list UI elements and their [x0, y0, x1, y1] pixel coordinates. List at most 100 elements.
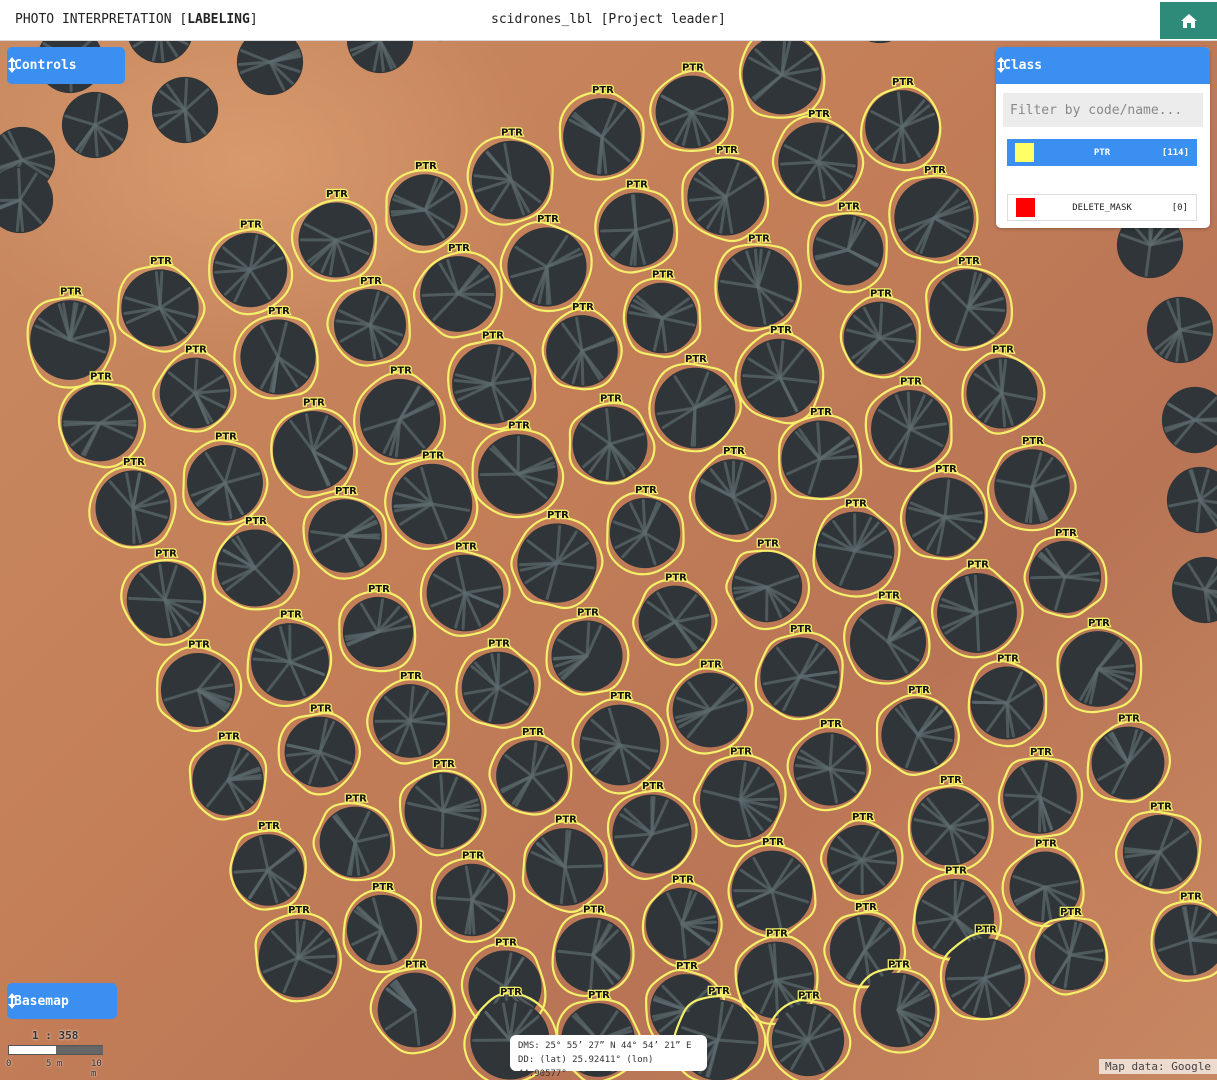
ptr-polygon[interactable]: PTR — [786, 718, 872, 812]
ptr-polygon[interactable]: PTR — [1023, 527, 1108, 618]
ptr-polygon[interactable]: PTR — [551, 903, 635, 998]
ptr-polygon[interactable]: PTR — [499, 213, 593, 313]
ptr-polygon[interactable]: PTR — [692, 745, 787, 848]
ptr-polygon[interactable]: PTR — [156, 638, 243, 733]
ptr-polygon[interactable]: PTR — [714, 232, 802, 332]
ptr-polygon[interactable]: PTR — [312, 792, 396, 882]
ptr-polygon[interactable]: PTR — [907, 774, 994, 873]
ptr-polygon[interactable]: PTR — [641, 873, 723, 968]
ptr-polygon[interactable]: PTR — [819, 811, 904, 902]
basemap-button[interactable]: Basemap — [7, 983, 117, 1019]
ptr-polygon[interactable]: PTR — [986, 435, 1077, 532]
home-button[interactable] — [1160, 2, 1217, 39]
ptr-polygon[interactable]: PTR — [931, 558, 1024, 659]
ptr-polygon[interactable]: PTR — [116, 255, 206, 353]
ptr-polygon[interactable]: PTR — [412, 242, 503, 339]
ptr-polygon[interactable]: PTR — [864, 375, 953, 473]
controls-button[interactable]: Controls — [7, 47, 125, 84]
ptr-polygon[interactable]: PTR — [471, 419, 565, 519]
ptr-polygon[interactable]: PTR — [632, 571, 718, 667]
ptr-polygon[interactable]: PTR — [648, 353, 742, 453]
ptr-polygon[interactable]: PTR — [208, 218, 294, 316]
ptr-polygon[interactable]: PTR — [229, 820, 307, 911]
controls-label: Controls — [14, 58, 77, 73]
ptr-polygon[interactable]: PTR — [188, 730, 268, 821]
ptr-polygon[interactable]: PTR — [152, 343, 237, 433]
ptr-polygon[interactable]: PTR — [233, 305, 319, 400]
ptr-polygon[interactable]: PTR — [649, 61, 734, 153]
ptr-polygon[interactable]: PTR — [997, 746, 1084, 839]
class-panel: Class PTR [114] DELETE_MASK [0] — [996, 47, 1210, 228]
ptr-polygon[interactable]: PTR — [182, 430, 269, 526]
ptr-polygon[interactable]: PTR — [1086, 712, 1172, 803]
ptr-polygon[interactable]: PTR — [430, 849, 516, 944]
ptr-polygon[interactable]: PTR — [326, 275, 411, 367]
ptr-polygon[interactable]: PTR — [270, 396, 358, 499]
ptr-polygon[interactable]: PTR — [385, 160, 468, 254]
ptr-polygon[interactable]: PTR — [277, 702, 361, 796]
ptr-polygon[interactable]: PTR — [806, 200, 888, 294]
ptr-polygon[interactable]: PTR — [510, 509, 604, 610]
ptr-polygon[interactable]: PTR — [455, 637, 541, 729]
ptr-polygon[interactable]: PTR — [558, 84, 645, 181]
ptr-polygon[interactable]: PTR — [568, 392, 656, 485]
ptr-polygon[interactable]: PTR — [254, 904, 342, 1003]
ptr-polygon[interactable]: PTR — [606, 780, 698, 881]
ptr-polygon[interactable]: PTR — [447, 329, 537, 431]
ptr-label: PTR — [716, 145, 738, 156]
ptr-polygon[interactable]: PTR — [727, 836, 817, 939]
ptr-polygon[interactable]: PTR — [541, 301, 623, 391]
ptr-polygon[interactable]: PTR — [246, 608, 333, 708]
ptr-polygon[interactable]: PTR — [521, 813, 609, 914]
ptr-polygon[interactable]: PTR — [545, 606, 630, 696]
ptr-polygon[interactable]: PTR — [338, 583, 417, 673]
ptr-polygon[interactable]: PTR — [419, 540, 511, 637]
ptr-polygon[interactable]: PTR — [812, 497, 901, 598]
ptr-polygon[interactable]: PTR — [875, 684, 960, 777]
ptr-label: PTR — [935, 464, 957, 475]
class-item-ptr[interactable]: PTR [114] — [1007, 139, 1197, 166]
class-panel-header[interactable]: Class — [996, 47, 1210, 84]
ptr-polygon[interactable]: PTR — [688, 445, 777, 543]
ptr-polygon[interactable]: PTR — [738, 41, 826, 119]
ptr-polygon[interactable]: PTR — [1114, 800, 1202, 894]
ptr-polygon[interactable]: PTR — [88, 456, 177, 549]
ptr-polygon[interactable]: PTR — [120, 547, 207, 646]
ptr-polygon[interactable]: PTR — [594, 178, 679, 274]
ptr-polygon[interactable]: PTR — [899, 463, 988, 561]
ptr-polygon[interactable]: PTR — [771, 108, 865, 207]
ptr-polygon[interactable]: PTR — [860, 76, 942, 172]
ptr-polygon[interactable]: PTR — [754, 623, 844, 721]
ptr-polygon[interactable]: PTR — [466, 126, 554, 226]
ptr-polygon[interactable]: PTR — [398, 758, 487, 857]
ptr-polygon[interactable]: PTR — [302, 485, 387, 580]
ptr-label: PTR — [820, 719, 842, 730]
ptr-polygon[interactable]: PTR — [681, 144, 770, 243]
ptr-polygon[interactable]: PTR — [843, 589, 931, 685]
ptr-polygon[interactable]: PTR — [725, 537, 811, 631]
ptr-polygon[interactable]: PTR — [1056, 617, 1143, 714]
ptr-polygon[interactable]: PTR — [967, 652, 1048, 748]
ptr-polygon[interactable]: PTR — [1150, 890, 1217, 982]
ptr-polygon[interactable]: PTR — [488, 726, 573, 816]
ptr-polygon[interactable]: PTR — [622, 268, 702, 358]
ptr-polygon[interactable]: PTR — [366, 670, 450, 765]
ptr-polygon[interactable]: PTR — [353, 364, 446, 466]
ptr-polygon[interactable]: PTR — [384, 449, 479, 550]
ptr-polygon[interactable]: PTR — [666, 658, 754, 755]
ptr-polygon[interactable]: PTR — [57, 370, 146, 469]
ptr-polygon[interactable]: PTR — [290, 188, 378, 282]
ptr-polygon[interactable]: PTR — [888, 164, 979, 264]
ptr-polygon[interactable]: PTR — [777, 406, 863, 501]
ptr-polygon[interactable]: PTR — [925, 255, 1014, 351]
ptr-polygon[interactable]: PTR — [961, 343, 1046, 435]
class-filter-input[interactable] — [1003, 93, 1203, 127]
map-canvas[interactable]: PTR PTR PTR PTR PTR PTR PTR PTR PTR PTR PTR PTR PTR P… — [0, 41, 1217, 1080]
ptr-polygon[interactable]: PTR — [369, 958, 456, 1055]
ptr-polygon[interactable]: PTR — [839, 287, 921, 379]
ptr-label: PTR — [215, 432, 237, 443]
ptr-polygon[interactable]: PTR — [211, 515, 300, 611]
ptr-polygon[interactable]: PTR — [606, 484, 685, 576]
ptr-polygon[interactable]: PTR — [571, 690, 669, 795]
class-item-delete-mask[interactable]: DELETE_MASK [0] — [1007, 194, 1197, 221]
